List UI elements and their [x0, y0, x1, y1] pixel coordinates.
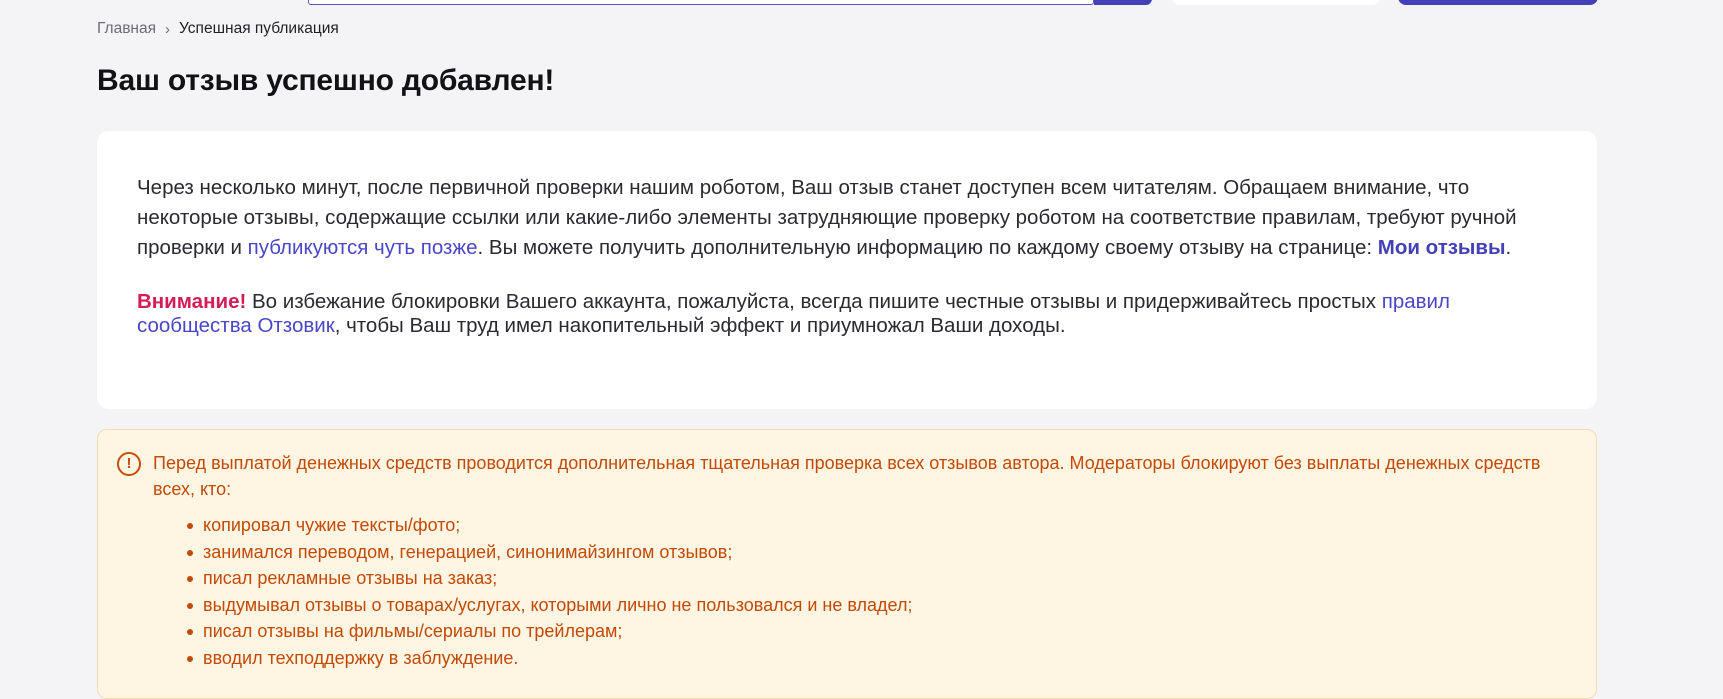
- publication-info-card: Через несколько минут, после первичной п…: [97, 131, 1597, 409]
- warning-text: Перед выплатой денежных средств проводит…: [153, 453, 1541, 499]
- warning-list-item: выдумывал отзывы о товарах/услугах, кото…: [187, 592, 1556, 619]
- search-button[interactable]: [1094, 0, 1152, 5]
- my-reviews-link[interactable]: Мои отзывы: [1378, 236, 1506, 259]
- breadcrumb-home-link[interactable]: Главная: [97, 20, 156, 38]
- payout-warning-box: ! Перед выплатой денежных средств провод…: [97, 429, 1597, 699]
- attention-text: Во избежание блокировки Вашего аккаунта,…: [246, 290, 1382, 313]
- attention-text-end: , чтобы Ваш труд имел накопительный эффе…: [334, 314, 1066, 337]
- exclamation-circle-icon: !: [117, 452, 141, 476]
- breadcrumb-separator: ›: [165, 20, 170, 38]
- warning-list-item: копировал чужие тексты/фото;: [187, 512, 1556, 539]
- warning-list-item: писал отзывы на фильмы/сериалы по трейле…: [187, 618, 1556, 645]
- info-text-end: .: [1505, 236, 1512, 259]
- breadcrumb-current: Успешная публикация: [179, 20, 339, 37]
- breadcrumb: Главная › Успешная публикация: [97, 20, 339, 38]
- write-review-button[interactable]: [1398, 0, 1598, 5]
- warning-list-item: писал рекламные отзывы на заказ;: [187, 565, 1556, 592]
- info-text-continued: . Вы можете получить дополнительную инфо…: [477, 236, 1378, 259]
- search-input[interactable]: [308, 0, 1094, 5]
- warning-list-item: вводил техподдержку в заблуждение.: [187, 645, 1556, 672]
- warning-list-item: занимался переводом, генерацией, синоним…: [187, 539, 1556, 566]
- header-field[interactable]: [1172, 0, 1380, 5]
- publication-info-paragraph: Через несколько минут, после первичной п…: [137, 173, 1537, 263]
- top-header-strip: [0, 0, 1723, 6]
- page-title: Ваш отзыв успешно добавлен!: [97, 64, 555, 97]
- attention-paragraph: Внимание! Во избежание блокировки Вашего…: [137, 290, 1537, 338]
- attention-label: Внимание!: [137, 290, 247, 313]
- published-later-link[interactable]: публикуются чуть позже: [248, 236, 478, 259]
- warning-list: копировал чужие тексты/фото; занимался п…: [187, 512, 1556, 672]
